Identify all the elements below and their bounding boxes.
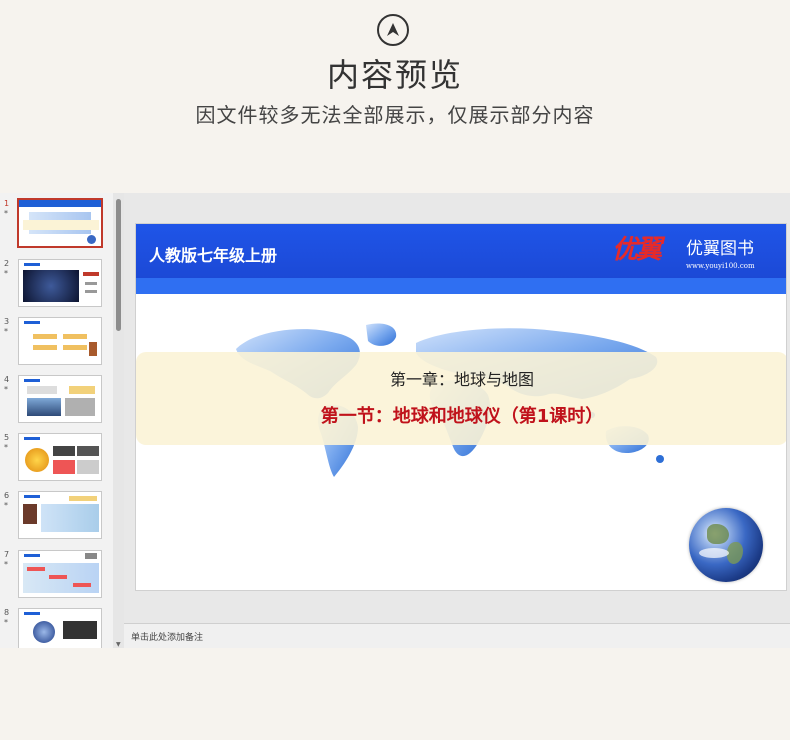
slide-thumbnail-7[interactable]: 7 * [0,548,113,606]
slide-number: 2 [4,259,10,268]
slide-thumbnail-6[interactable]: 6 * [0,489,113,547]
slide-preview [18,375,102,423]
chevron-up-glyph [387,23,399,36]
chapter-title: 第一章：地球与地图 [389,370,534,389]
textbook-edition: 人教版七年级上册 [149,246,278,265]
slide-preview [18,608,102,648]
slide-star: * [4,618,8,627]
slide-number: 7 [4,550,10,559]
slide-star: * [4,327,8,336]
scrollbar-thumb[interactable] [116,199,121,331]
slide-star: * [4,269,8,278]
scroll-down-icon[interactable]: ▼ [116,641,121,648]
slide-star: * [4,385,8,394]
slide-star: * [4,209,8,218]
speaker-notes-pane[interactable]: 单击此处添加备注 [124,623,790,648]
slide-thumbnail-3[interactable]: 3 * [0,315,113,373]
slide-preview [18,433,102,481]
slide-preview [18,259,102,307]
page-title: 内容预览 [326,56,463,94]
page-subtitle: 因文件较多无法全部展示，仅展示部分内容 [195,103,595,127]
slide-number: 8 [4,608,10,617]
slide-preview [17,198,103,248]
brand-name: 优翼图书 [686,239,754,259]
slide-thumbnail-4[interactable]: 4 * [0,373,113,431]
slide-preview [18,317,102,365]
slide-star: * [4,443,8,452]
slide-preview [18,550,102,598]
brand-logo: 优翼 [612,235,662,265]
slide-thumbnail-5[interactable]: 5 * [0,431,113,489]
slide-number: 6 [4,491,10,500]
slide-number: 4 [4,375,10,384]
chevron-up-icon [377,14,409,46]
slide-thumbnail-1[interactable]: 1 * [0,197,113,255]
slide-thumbnail-pane: 1 * 2 * 3 * 4 * 5 * 6 * 7 * 8 * [0,193,113,648]
brand-url: www.youyi100.com [686,262,755,270]
earth-globe-image [689,508,763,582]
thumbnail-scrollbar[interactable]: ▼ [113,193,124,648]
title-banner: 第一章：地球与地图 第一节：地球和地球仪（第1课时） [136,352,786,445]
slide-star: * [4,560,8,569]
slide-number: 5 [4,433,10,442]
slide-star: * [4,501,8,510]
slide-thumbnail-2[interactable]: 2 * [0,257,113,315]
section-title: 第一节：地球和地球仪（第1课时） [320,406,604,427]
presentation-window: 1 * 2 * 3 * 4 * 5 * 6 * 7 * 8 * ▼ 人教版七年级… [0,193,790,648]
slide-canvas[interactable]: 人教版七年级上册 优翼 优翼图书 www.youyi100.com 第一章：地球… [135,223,787,591]
slide-number: 3 [4,317,10,326]
slide-thumbnail-8[interactable]: 8 * [0,606,113,648]
header-stripe [136,278,786,294]
notes-placeholder[interactable]: 单击此处添加备注 [131,630,203,643]
slide-header-bar: 人教版七年级上册 优翼 优翼图书 www.youyi100.com [136,224,786,278]
slide-preview [18,491,102,539]
slide-number: 1 [4,199,10,208]
